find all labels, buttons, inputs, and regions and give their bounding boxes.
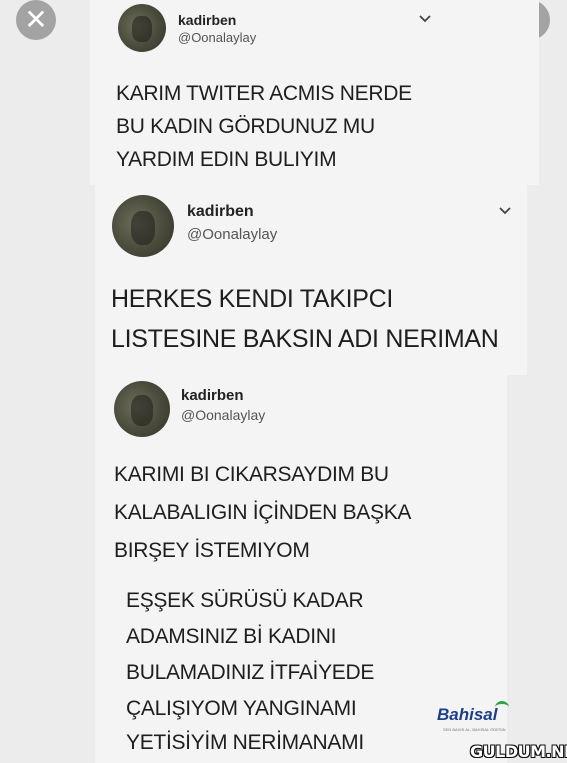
avatar [112,195,174,257]
username: kadirben [178,12,237,28]
tweet-text-line: ADAMSINIZ Bİ KADINI [126,625,337,648]
username: kadirben [187,203,254,220]
chevron-down-icon[interactable] [418,14,432,24]
bahisal-tagline: SEN BAHIS AL, BAHISAL ÖDESİN [443,727,506,732]
bahisal-name: Bahisal [437,705,498,724]
tweet-1: kadirben @Oonalaylay KARIM TWITER ACMIS … [0,0,567,185]
tweet-text-line: YARDIM EDIN BULIYIM [116,148,337,171]
tweet-text-line: LISTESINE BAKSIN ADI NERIMAN [111,325,499,353]
tweet-text-line: BU KADIN GÖRDUNUZ MU [116,115,375,138]
tweet-text-line: BULAMADINIZ İTFAİYEDE [126,661,375,684]
site-watermark: GULDUM.NET [470,742,567,761]
tweet-text-line: BIRŞEY İSTEMIYOM [114,539,310,562]
tweet-2: kadirben @Oonalaylay HERKES KENDI TAKIPC… [0,185,567,375]
bahisal-logo: Bahisal SEN BAHIS AL, BAHISAL ÖDESİN [437,701,527,743]
avatar [114,381,170,437]
tweet-text-line: EŞŞEK SÜRÜSÜ KADAR [126,589,364,612]
handle: @Oonalaylay [178,30,257,45]
handle: @Oonalaylay [181,407,266,423]
tweet-text-line: KARIMI BI CIKARSAYDIM BU [114,463,389,486]
avatar [118,4,166,52]
chevron-down-icon[interactable] [498,206,512,216]
tweet-text-line: HERKES KENDI TAKIPCI [111,285,394,313]
username: kadirben [181,387,244,404]
tweet-text-line: ÇALIŞIYOM YANGINAMI [126,697,357,720]
tweet-text-line: KALABALIGIN İÇİNDEN BAŞKA [114,501,412,524]
handle: @Oonalaylay [187,226,278,243]
tweet-text-line: KARIM TWITER ACMIS NERDE [116,82,412,105]
tweet-text-line: YETİSİYİM NERİMANAMI [126,731,364,754]
